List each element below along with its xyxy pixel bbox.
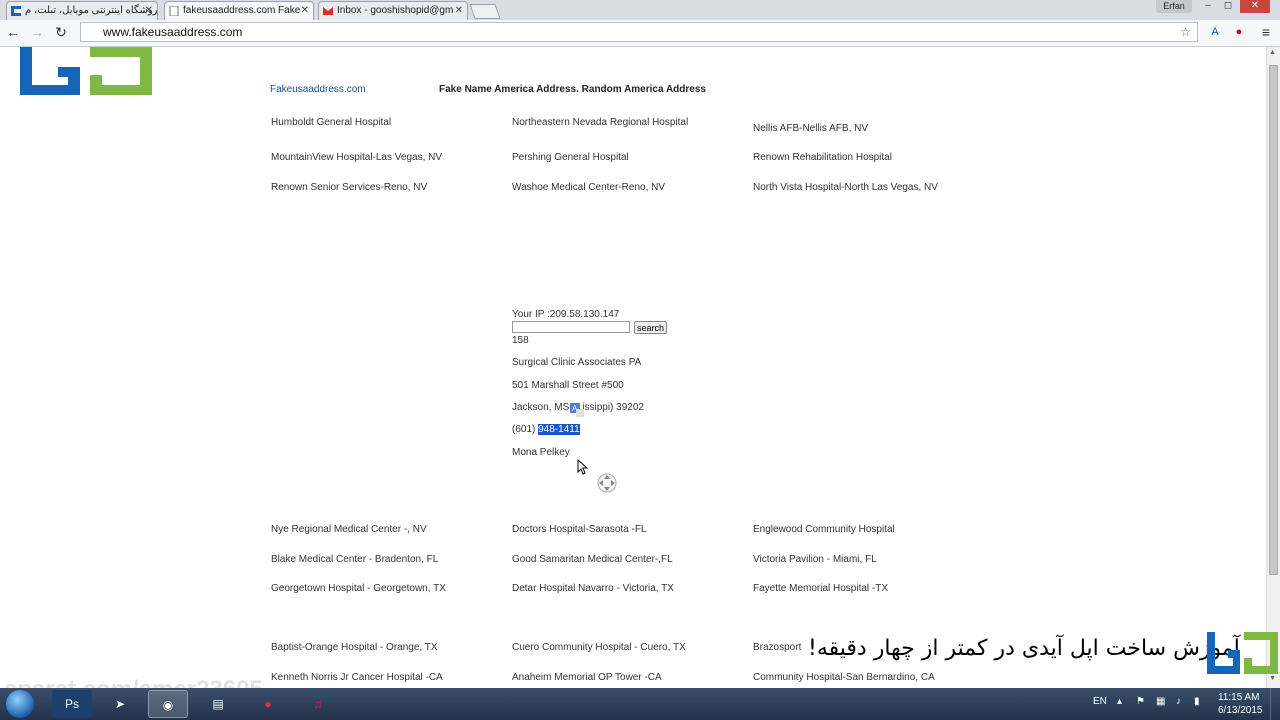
scroll-down-icon[interactable]: ▼	[1269, 675, 1276, 682]
hospital-link[interactable]: North Vista Hospital-North Las Vegas, NV	[753, 182, 938, 193]
minimize-icon[interactable]: –	[1200, 0, 1216, 13]
tab-title: fakeusaaddress.com Fake	[183, 5, 301, 16]
hospital-link[interactable]: MountainView Hospital-Las Vegas, NV	[271, 152, 442, 163]
address-bar[interactable]: www.fakeusaaddress.com ☆	[80, 22, 1198, 42]
translate-icon[interactable]: A	[570, 403, 584, 417]
translate-extension-icon[interactable]: A	[1206, 24, 1224, 40]
result-phone: (601) 948-1411	[512, 424, 580, 435]
hospital-link[interactable]: Community Hospital-San Bernardino, CA	[753, 672, 935, 683]
reload-icon[interactable]: ↻	[52, 23, 70, 41]
telegram-icon[interactable]: ➤	[100, 690, 140, 718]
maximize-icon[interactable]: ◻	[1220, 0, 1236, 13]
hospital-link[interactable]: Blake Medical Center - Bradenton, FL	[271, 554, 438, 565]
hospital-link[interactable]: Detar Hospital Navarro - Victoria, TX	[512, 583, 674, 594]
result-street: 501 Marshall Street #500	[512, 380, 624, 391]
profile-badge[interactable]: Erfan	[1156, 0, 1192, 13]
tab-fakeusaaddress[interactable]: fakeusaaddress.com Fake ✕	[164, 1, 314, 20]
battery-icon[interactable]: ▮	[1194, 696, 1200, 707]
search-button[interactable]: search	[634, 321, 668, 334]
hospital-link[interactable]: Nellis AFB-Nellis AFB, NV	[753, 123, 868, 134]
hospital-link[interactable]: Georgetown Hospital - Georgetown, TX	[271, 583, 446, 594]
site-home-link[interactable]: Fakeusaaddress.com	[270, 84, 366, 95]
tab-title: Inbox - gooshishopid@gm	[337, 5, 454, 16]
close-tab-icon[interactable]: ✕	[455, 2, 463, 20]
scroll-thumb[interactable]	[1269, 65, 1278, 575]
tray-expand-icon[interactable]: ▴	[1117, 696, 1122, 707]
hospital-link[interactable]: Cuero Community Hospital - Cuero, TX	[512, 642, 686, 653]
gs-logo-icon	[20, 47, 152, 95]
ip-address-text: Your IP :209.58.130.147	[512, 309, 620, 320]
mouse-cursor-icon	[577, 459, 589, 475]
hospital-link[interactable]: Renown Rehabilitation Hospital	[753, 152, 892, 163]
hospital-link[interactable]: Renown Senior Services-Reno, NV	[271, 182, 427, 193]
close-window-icon[interactable]: ✕	[1240, 0, 1270, 13]
phone-prefix: (601)	[512, 424, 539, 435]
gs-watermark-logo-icon	[1207, 632, 1278, 674]
hospital-link[interactable]: Englewood Community Hospital	[753, 524, 895, 535]
vertical-scrollbar[interactable]: ▲ ▼	[1266, 47, 1280, 688]
volume-icon[interactable]: ♪	[1176, 696, 1181, 707]
hospital-link[interactable]: Victoria Pavilion - Miami, FL	[753, 554, 877, 565]
result-person: Mona Pelkey	[512, 447, 570, 458]
action-center-flag-icon[interactable]: ⚑	[1136, 696, 1145, 707]
phone-selected-text[interactable]: 948-1411	[538, 424, 580, 435]
show-desktop-button[interactable]	[1270, 688, 1280, 720]
back-arrow-icon[interactable]: ←	[4, 23, 22, 41]
hospital-link[interactable]: Brazosport	[753, 642, 801, 653]
file-explorer-icon[interactable]: ▤	[198, 690, 238, 718]
windows-taskbar: Ps ➤ ◉ ▤ ● ♫ EN ▴ ⚑ ▦ ♪ ▮ 11:15 AM 6/13/…	[0, 688, 1280, 720]
tab-shop[interactable]: فروشگاه اینترنتی موبایل، تبلت، م ✕	[6, 1, 158, 20]
record-icon[interactable]: ●	[248, 690, 288, 718]
scroll-up-icon[interactable]: ▲	[1269, 49, 1276, 56]
city-part: issippi) 39202	[582, 402, 644, 413]
hospital-link[interactable]: Pershing General Hospital	[512, 152, 629, 163]
gmail-icon	[323, 7, 333, 15]
hospital-link[interactable]: Washoe Medical Center-Reno, NV	[512, 182, 665, 193]
clock-time[interactable]: 11:15 AM	[1218, 692, 1260, 703]
result-number: 158	[512, 335, 529, 346]
search-input[interactable]	[512, 321, 630, 333]
autoscroll-anchor-icon	[597, 473, 617, 493]
hospital-link[interactable]: Humboldt General Hospital	[271, 117, 391, 128]
hospital-link[interactable]: Kenneth Norris Jr Cancer Hospital -CA	[271, 672, 443, 683]
network-icon[interactable]: ▦	[1156, 696, 1165, 707]
page-content: Fakeusaaddress.com Fake Name America Add…	[0, 47, 1266, 688]
bookmark-star-icon[interactable]: ☆	[1180, 23, 1191, 41]
language-indicator[interactable]: EN	[1093, 696, 1107, 707]
tab-title: فروشگاه اینترنتی موبایل، تبلت، م	[25, 5, 158, 16]
tab-gmail[interactable]: Inbox - gooshishopid@gm ✕	[318, 1, 468, 20]
hospital-link[interactable]: Fayette Memorial Hospital -TX	[753, 583, 888, 594]
hospital-link[interactable]: Doctors Hospital-Sarasota -FL	[512, 524, 647, 535]
hospital-link[interactable]: Baptist-Orange Hospital - Orange, TX	[271, 642, 438, 653]
hospital-link[interactable]: Nye Regional Medical Center -, NV	[271, 524, 427, 535]
menu-icon[interactable]: ≡	[1258, 24, 1274, 40]
gs-favicon-icon	[11, 6, 21, 16]
city-part: Jackson, MS	[512, 402, 570, 413]
music-player-icon[interactable]: ♫	[298, 690, 338, 718]
page-title: Fake Name America Address. Random Americ…	[439, 84, 706, 95]
chrome-icon[interactable]: ◉	[148, 690, 188, 718]
page-favicon-icon	[169, 6, 179, 16]
photoshop-icon[interactable]: Ps	[52, 690, 92, 718]
hospital-link[interactable]: Anaheim Memorial OP Tower -CA	[512, 672, 662, 683]
browser-toolbar: ← → ↻ www.fakeusaaddress.com ☆ A ● ≡	[0, 20, 1280, 47]
extension-icon[interactable]: ●	[1230, 24, 1248, 40]
url-text: www.fakeusaaddress.com	[103, 25, 243, 39]
video-caption: آموزش ساخت اپل آیدی در کمتر از چهار دقیق…	[808, 636, 1240, 661]
result-name: Surgical Clinic Associates PA	[512, 357, 642, 368]
new-tab-button[interactable]	[469, 4, 501, 19]
tab-strip: فروشگاه اینترنتی موبایل، تبلت، م ✕ fakeu…	[0, 0, 1280, 20]
start-button-icon[interactable]	[6, 690, 34, 718]
hospital-link[interactable]: Good Samaritan Medical Center-,FL	[512, 554, 673, 565]
clock-date[interactable]: 6/13/2015	[1218, 705, 1263, 716]
close-tab-icon[interactable]: ✕	[145, 2, 153, 20]
forward-arrow-icon[interactable]: →	[28, 23, 46, 41]
hospital-link[interactable]: Northeastern Nevada Regional Hospital	[512, 117, 688, 128]
close-tab-icon[interactable]: ✕	[301, 2, 309, 20]
